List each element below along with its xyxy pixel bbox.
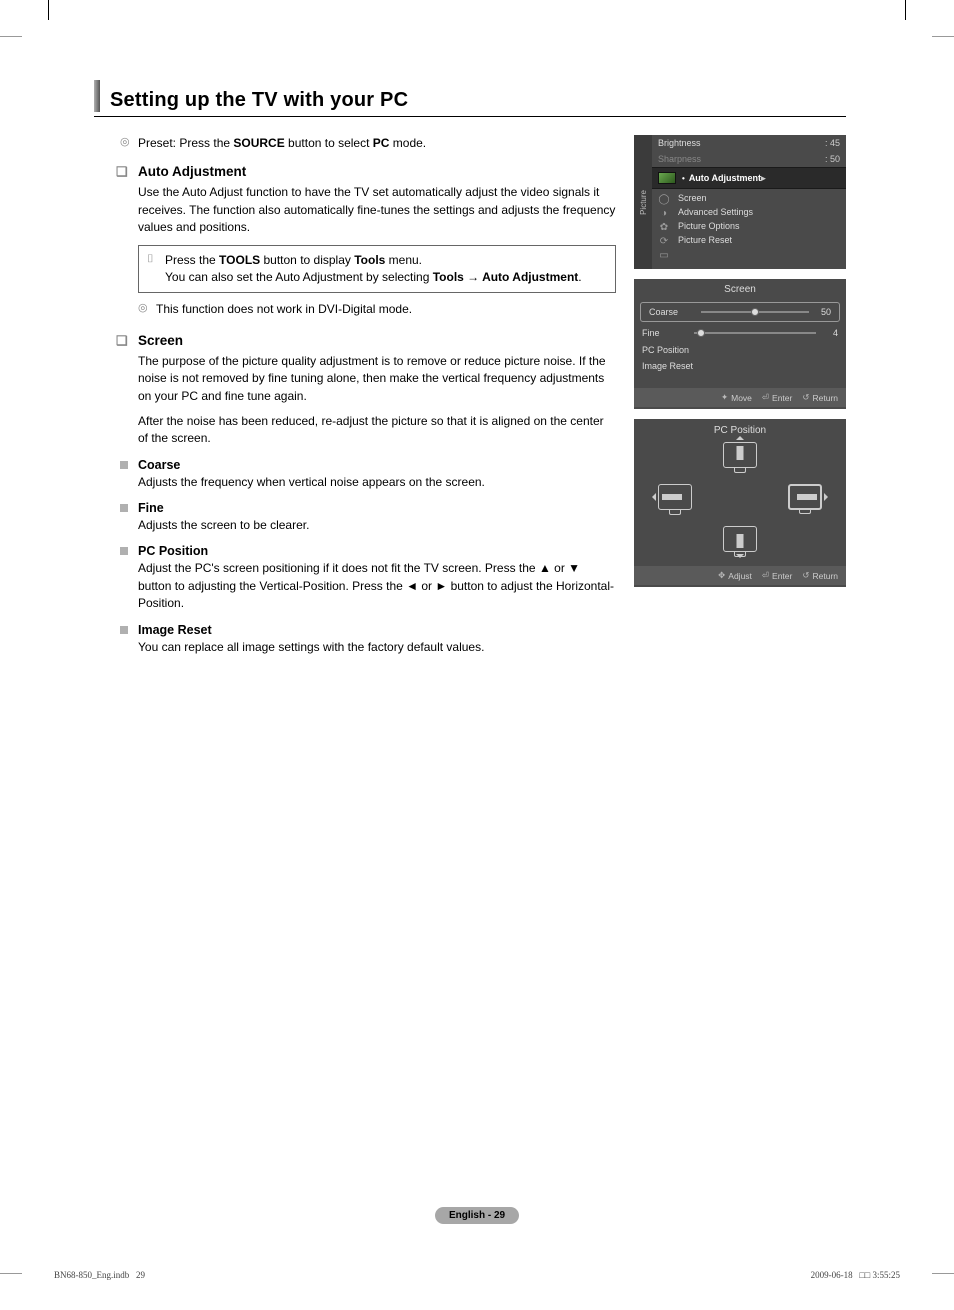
bullet-icon: • (682, 174, 685, 183)
enter-icon: ⏎ (762, 392, 769, 403)
print-footer: BN68-850_Eng.indb 29 2009-06-18 □□ 3:55:… (54, 1270, 900, 1280)
outline-square-icon: ❏ (116, 333, 138, 349)
note-icon: ◎ (138, 301, 156, 318)
osd-picture-menu: Picture Brightness : 45 Sharpness : 50 (634, 135, 846, 269)
arrow-left-icon (648, 493, 656, 501)
section-header: Setting up the TV with your PC (94, 80, 846, 117)
osd-side-tab-label: Picture (639, 190, 648, 215)
osd2-title: Screen (634, 279, 846, 300)
fine-body: Adjusts the screen to be clearer. (138, 517, 616, 534)
return-icon: ↺ (802, 392, 809, 403)
print-date: 2009-06-18 (811, 1270, 853, 1280)
preset-note: ◎ Preset: Press the SOURCE button to sel… (120, 135, 616, 152)
arrow-down-icon (736, 554, 744, 562)
note-icon: ◎ (120, 135, 138, 152)
tools-tip-box: ⌷ Press the TOOLS button to display Tool… (138, 245, 616, 294)
slider-track[interactable] (694, 332, 816, 334)
osd-item-advanced[interactable]: ◑Advanced Settings (652, 205, 846, 219)
pcpos-left-button[interactable] (658, 484, 692, 510)
coarse-heading: Coarse (138, 458, 616, 472)
osd-brightness-row: Brightness : 45 (652, 135, 846, 151)
osd-item-options[interactable]: ✿Picture Options (652, 219, 846, 233)
slider-knob[interactable] (697, 329, 705, 337)
osd-auto-adjustment-highlight[interactable]: • Auto Adjustment ▸ (652, 167, 846, 189)
print-time: □□ 3:55:25 (859, 1270, 900, 1280)
square-bullet-icon (120, 626, 128, 634)
section-bar-icon (94, 80, 100, 112)
pcposition-cross (634, 442, 846, 552)
pcpos-up-button[interactable] (723, 442, 757, 468)
screen-body-2: After the noise has been reduced, re-adj… (138, 413, 616, 448)
imagereset-body: You can replace all image settings with … (138, 639, 616, 656)
preset-source-bold: SOURCE (233, 136, 284, 150)
osd-pcposition-menu: PC Position ✥Adjust ⏎Enter ↺Return (634, 419, 846, 587)
preset-text: Preset: Press the (138, 136, 233, 150)
section-title: Setting up the TV with your PC (110, 89, 408, 112)
tools-icon: ⌷ (147, 252, 165, 287)
osd-side-tab: Picture (634, 135, 652, 269)
osd-sharpness-row: Sharpness : 50 (652, 151, 846, 167)
slider-knob[interactable] (751, 308, 759, 316)
menu-icon: ▭ (658, 250, 670, 262)
print-file: BN68-850_Eng.indb (54, 1270, 129, 1280)
left-column: ◎ Preset: Press the SOURCE button to sel… (94, 135, 634, 664)
osd-screen-menu: Screen Coarse 50 Fine 4 PC Position Imag… (634, 279, 846, 409)
arrow-right-icon (824, 493, 832, 501)
osd3-footer: ✥Adjust ⏎Enter ↺Return (634, 566, 846, 585)
return-icon: ↺ (802, 570, 809, 581)
page-body: Setting up the TV with your PC ◎ Preset:… (94, 80, 846, 1210)
pcposition-heading: PC Position (138, 544, 616, 558)
page-number-pill: English - 29 (435, 1207, 519, 1224)
osd-imagereset-item[interactable]: Image Reset (634, 358, 846, 374)
move-icon: ✦ (721, 392, 728, 403)
osd-item-reset[interactable]: ⟳Picture Reset (652, 233, 846, 247)
print-page: 29 (136, 1270, 145, 1280)
pcpos-right-button[interactable] (788, 484, 822, 510)
preset-pc-bold: PC (373, 136, 390, 150)
dvi-note: ◎ This function does not work in DVI-Dig… (138, 301, 616, 318)
osd-coarse-slider[interactable]: Coarse 50 (640, 302, 840, 322)
outline-square-icon: ❏ (116, 164, 138, 180)
enter-icon: ⏎ (762, 570, 769, 581)
adjust-icon: ✥ (718, 570, 725, 581)
square-bullet-icon (120, 547, 128, 555)
pcposition-body: Adjust the PC's screen positioning if it… (138, 560, 616, 612)
coarse-body: Adjusts the frequency when vertical nois… (138, 474, 616, 491)
chevron-right-icon: ▸ (761, 173, 766, 184)
pcpos-down-button[interactable] (723, 526, 757, 552)
arrow-up-icon (736, 432, 744, 440)
osd-item-screen[interactable]: ◯Screen (652, 191, 846, 205)
screen-heading: ❏ Screen (116, 333, 616, 349)
osd2-footer: ✦Move ⏎Enter ↺Return (634, 388, 846, 407)
square-bullet-icon (120, 461, 128, 469)
osd-pcposition-item[interactable]: PC Position (634, 342, 846, 358)
page-footer: English - 29 (0, 1205, 954, 1224)
square-bullet-icon (120, 504, 128, 512)
fine-heading: Fine (138, 501, 616, 515)
auto-adjustment-body: Use the Auto Adjust function to have the… (138, 184, 616, 236)
auto-adjustment-heading: ❏ Auto Adjustment (116, 164, 616, 180)
slider-track[interactable] (701, 311, 809, 313)
imagereset-heading: Image Reset (138, 623, 616, 637)
osd-thumb-icon (658, 172, 676, 184)
osd-fine-slider[interactable]: Fine 4 (634, 324, 846, 342)
right-column: Picture Brightness : 45 Sharpness : 50 (634, 135, 846, 664)
screen-body-1: The purpose of the picture quality adjus… (138, 353, 616, 405)
